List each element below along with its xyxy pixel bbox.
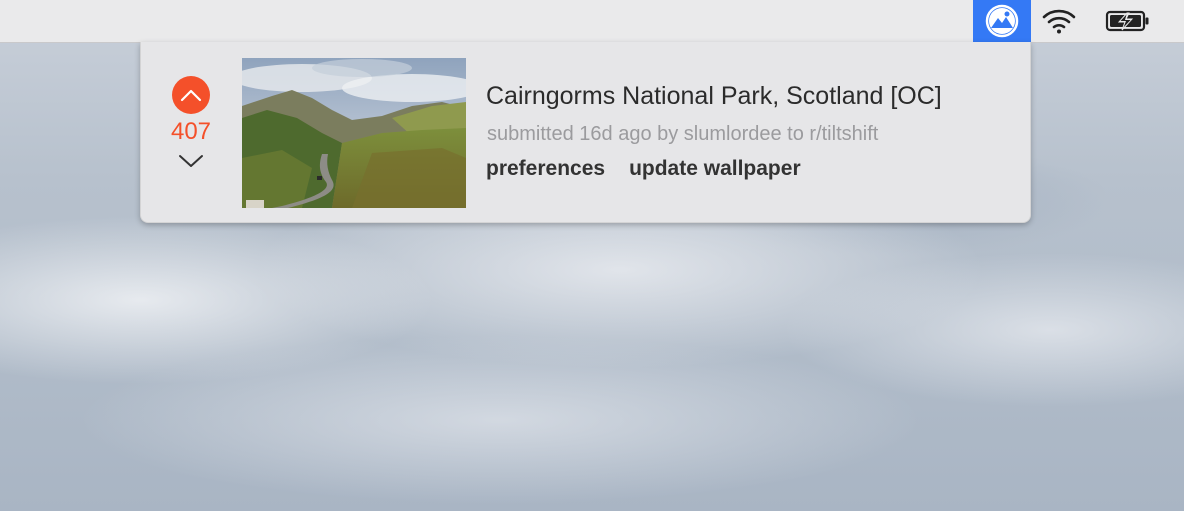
status-item-battery[interactable] bbox=[1098, 0, 1158, 42]
status-item-wallpaper-app[interactable] bbox=[973, 0, 1031, 42]
downvote-button[interactable] bbox=[176, 151, 206, 171]
wifi-icon bbox=[1042, 9, 1076, 34]
chevron-up-icon bbox=[180, 89, 202, 102]
upvote-button[interactable] bbox=[172, 76, 210, 114]
battery-charging-icon bbox=[1105, 10, 1149, 32]
landscape-image bbox=[242, 58, 466, 208]
status-item-wifi[interactable] bbox=[1034, 0, 1084, 42]
preferences-link[interactable]: preferences bbox=[486, 157, 605, 181]
action-links: preferences update wallpaper bbox=[486, 157, 801, 181]
update-wallpaper-link[interactable]: update wallpaper bbox=[629, 157, 801, 181]
score-count: 407 bbox=[170, 118, 212, 145]
vote-column: 407 bbox=[169, 76, 213, 171]
post-thumbnail[interactable] bbox=[242, 58, 466, 208]
chevron-down-icon bbox=[179, 155, 203, 167]
post-popover: 407 Cairngorms National Park, Scotland [… bbox=[140, 42, 1031, 223]
post-meta: submitted 16d ago by slumlordee to r/til… bbox=[487, 123, 879, 145]
post-title[interactable]: Cairngorms National Park, Scotland [OC] bbox=[486, 82, 942, 111]
wallpaper-app-icon bbox=[985, 4, 1019, 38]
menu-bar bbox=[0, 0, 1184, 43]
